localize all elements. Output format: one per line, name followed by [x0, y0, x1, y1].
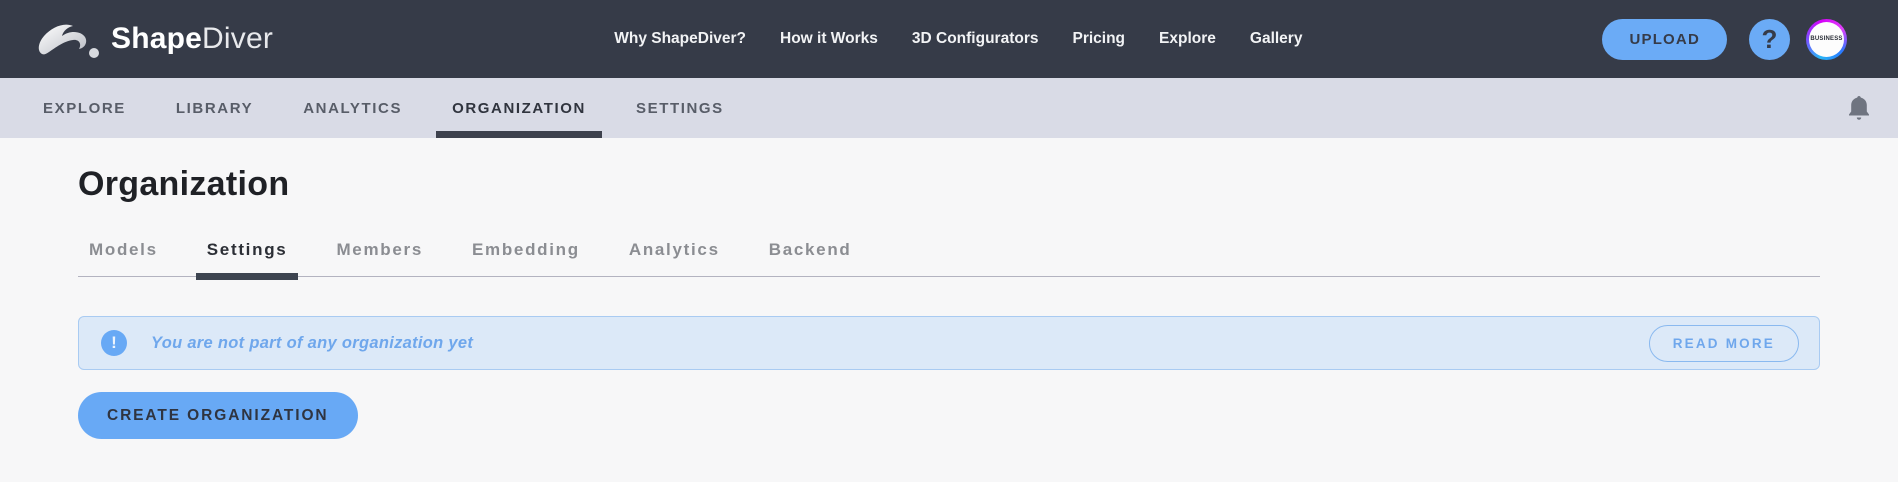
- shapediver-logo[interactable]: ShapeDiver: [35, 18, 273, 60]
- subnav-tab-explore[interactable]: EXPLORE: [27, 78, 142, 138]
- subnav-spacer: [758, 78, 1846, 138]
- subnav-tab-analytics[interactable]: ANALYTICS: [287, 78, 418, 138]
- topbar-links: Why ShapeDiver? How it Works 3D Configur…: [614, 30, 1302, 48]
- notifications-bell-icon[interactable]: [1846, 78, 1872, 138]
- top-link-how-it-works[interactable]: How it Works: [780, 30, 878, 48]
- main-content: Organization Models Settings Members Emb…: [0, 138, 1898, 439]
- tab-settings[interactable]: Settings: [196, 240, 299, 276]
- subnav-tab-organization[interactable]: ORGANIZATION: [436, 78, 602, 138]
- avatar[interactable]: BUSINESS: [1806, 19, 1847, 60]
- subnav: EXPLORE LIBRARY ANALYTICS ORGANIZATION S…: [0, 78, 1898, 138]
- topbar-actions: UPLOAD ? BUSINESS: [1602, 19, 1847, 60]
- top-link-why-shapediver[interactable]: Why ShapeDiver?: [614, 30, 746, 48]
- tab-embedding[interactable]: Embedding: [461, 240, 591, 276]
- tab-analytics[interactable]: Analytics: [618, 240, 731, 276]
- organization-tabs: Models Settings Members Embedding Analyt…: [78, 240, 1820, 277]
- subnav-tab-library[interactable]: LIBRARY: [160, 78, 269, 138]
- brand-name: ShapeDiver: [111, 22, 273, 56]
- top-link-pricing[interactable]: Pricing: [1072, 30, 1125, 48]
- upload-button[interactable]: UPLOAD: [1602, 19, 1727, 60]
- create-organization-button[interactable]: CREATE ORGANIZATION: [78, 392, 358, 439]
- help-icon[interactable]: ?: [1749, 19, 1790, 60]
- page-title: Organization: [78, 165, 1820, 204]
- tab-models[interactable]: Models: [78, 240, 169, 276]
- wave-logo-icon: [35, 18, 101, 60]
- tab-backend[interactable]: Backend: [758, 240, 863, 276]
- tab-members[interactable]: Members: [325, 240, 434, 276]
- top-link-explore[interactable]: Explore: [1159, 30, 1216, 48]
- top-link-3d-configurators[interactable]: 3D Configurators: [912, 30, 1039, 48]
- info-icon: !: [101, 330, 127, 356]
- brand-name-light: Diver: [202, 22, 273, 56]
- top-link-gallery[interactable]: Gallery: [1250, 30, 1303, 48]
- avatar-business-badge: BUSINESS: [1809, 22, 1844, 57]
- no-organization-alert: ! You are not part of any organization y…: [78, 316, 1820, 370]
- read-more-button[interactable]: READ MORE: [1649, 325, 1799, 362]
- topbar: ShapeDiver Why ShapeDiver? How it Works …: [0, 0, 1898, 78]
- subnav-tab-settings[interactable]: SETTINGS: [620, 78, 740, 138]
- brand-name-bold: Shape: [111, 22, 202, 56]
- alert-message: You are not part of any organization yet: [151, 334, 473, 353]
